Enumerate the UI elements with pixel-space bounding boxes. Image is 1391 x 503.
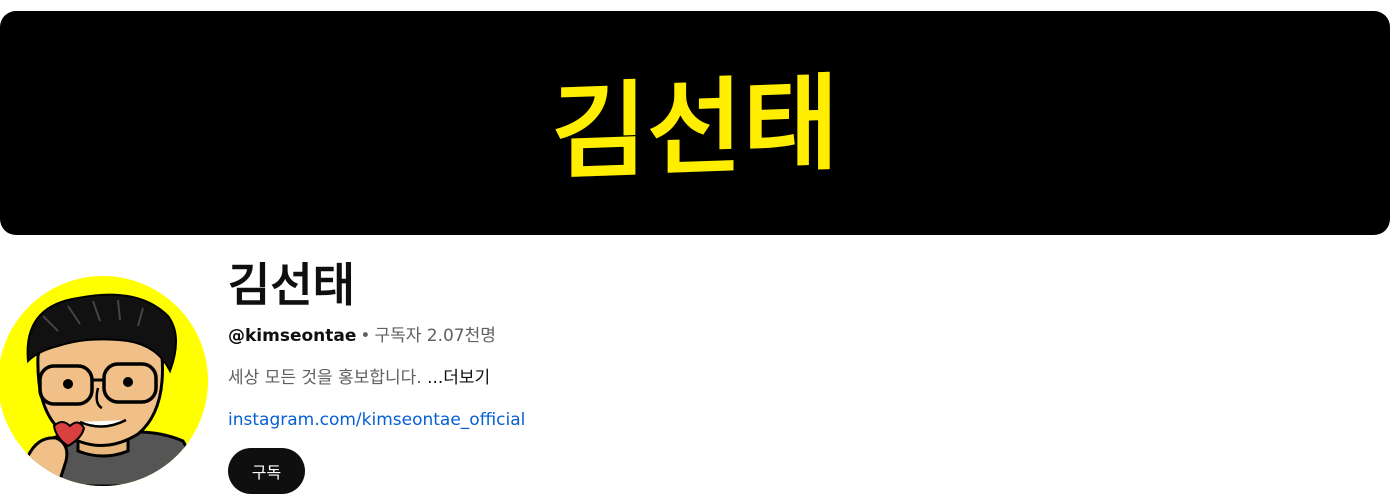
channel-meta: @kimseontae • 구독자 2.07천명 (228, 324, 496, 348)
channel-handle: @kimseontae (228, 326, 357, 346)
channel-name: 김선태 (228, 258, 355, 312)
banner-logo-text: 김선태 (555, 62, 835, 194)
subscriber-count: 구독자 2.07천명 (374, 326, 496, 346)
more-button[interactable]: ...더보기 (427, 368, 490, 388)
banner-logo: 김선태 (555, 62, 835, 194)
channel-avatar[interactable] (0, 276, 208, 486)
description-text: 세상 모든 것을 홍보합니다. (228, 368, 422, 388)
meta-separator: • (360, 326, 371, 346)
channel-banner: 김선태 (0, 11, 1390, 235)
channel-page: 김선태 김선태 @kimseontae • 구독자 2.07천명 세상 모든 것… (0, 0, 1391, 503)
avatar-illustration (0, 276, 208, 486)
channel-description[interactable]: 세상 모든 것을 홍보합니다. ...더보기 (228, 366, 490, 390)
subscribe-button[interactable]: 구독 (228, 448, 305, 494)
channel-external-link[interactable]: instagram.com/kimseontae_official (228, 408, 525, 432)
